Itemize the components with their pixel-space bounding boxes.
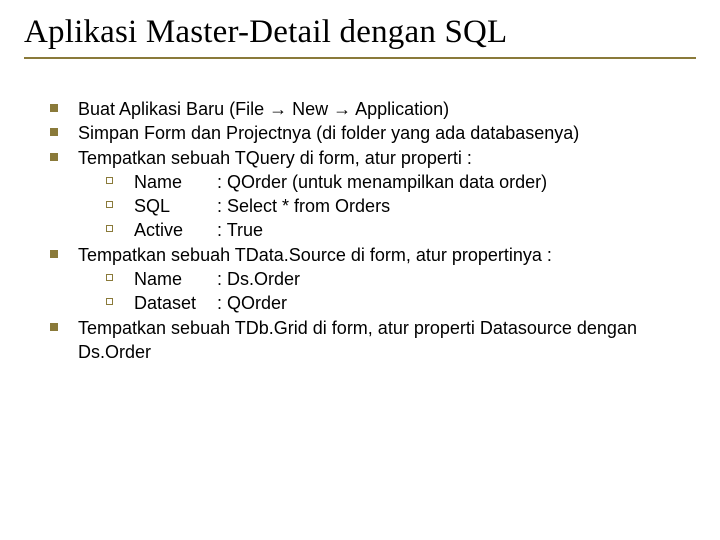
sub-list-item: Active : True [78,218,696,242]
list-item-text: Buat Aplikasi Baru (File → New → Applica… [78,99,449,119]
sub-list: Name : Ds.Order Dataset : QOrder [78,267,696,316]
sub-list-item: Name : QOrder (untuk menampilkan data or… [78,170,696,194]
property-label: Dataset [134,291,212,315]
sub-list-item: Name : Ds.Order [78,267,696,291]
list-item-text: Tempatkan sebuah TDb.Grid di form, atur … [78,318,637,362]
property-value: : QOrder [217,293,287,313]
list-item: Simpan Form dan Projectnya (di folder ya… [50,121,696,145]
property-label: Name [134,267,212,291]
bullet-list: Buat Aplikasi Baru (File → New → Applica… [50,97,696,364]
property-label: Active [134,218,212,242]
property-label: SQL [134,194,212,218]
property-value: : QOrder (untuk menampilkan data order) [217,172,547,192]
property-value: : Select * from Orders [217,196,390,216]
slide: Aplikasi Master-Detail dengan SQL Buat A… [0,0,720,540]
sub-list: Name : QOrder (untuk menampilkan data or… [78,170,696,243]
sub-list-item: SQL : Select * from Orders [78,194,696,218]
list-item: Tempatkan sebuah TDb.Grid di form, atur … [50,316,696,365]
list-item-text: Tempatkan sebuah TData.Source di form, a… [78,245,552,265]
list-item: Tempatkan sebuah TQuery di form, atur pr… [50,146,696,243]
sub-list-item: Dataset : QOrder [78,291,696,315]
title-underline [24,57,696,59]
property-value: : True [217,220,263,240]
list-item-text: Tempatkan sebuah TQuery di form, atur pr… [78,148,472,168]
list-item-text: Simpan Form dan Projectnya (di folder ya… [78,123,579,143]
list-item: Tempatkan sebuah TData.Source di form, a… [50,243,696,316]
slide-title: Aplikasi Master-Detail dengan SQL [24,14,696,51]
property-label: Name [134,170,212,194]
property-value: : Ds.Order [217,269,300,289]
slide-content: Buat Aplikasi Baru (File → New → Applica… [24,97,696,364]
list-item: Buat Aplikasi Baru (File → New → Applica… [50,97,696,121]
